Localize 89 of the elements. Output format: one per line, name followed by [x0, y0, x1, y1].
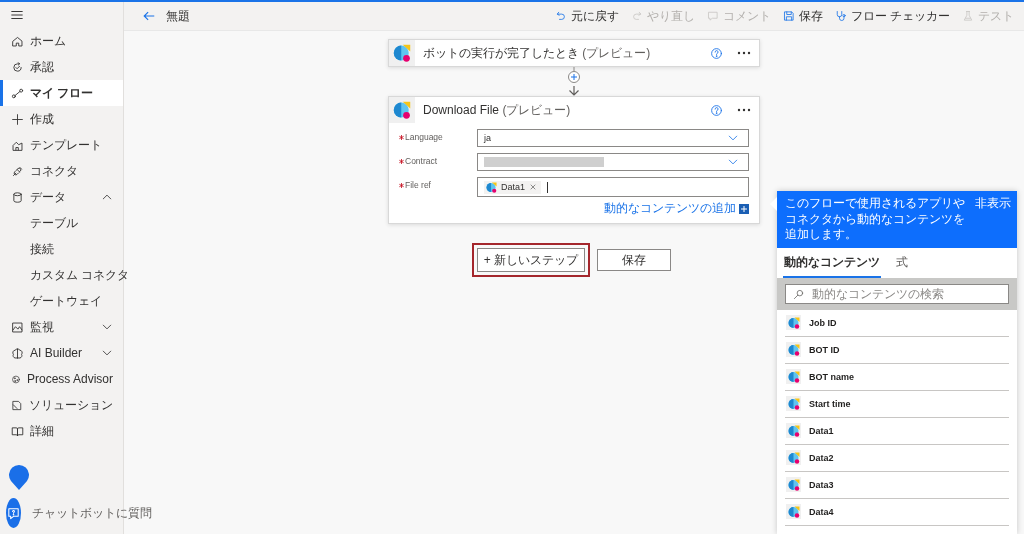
flow-title: 無題 [166, 7, 191, 25]
content-item[interactable]: BOT name [785, 363, 1009, 391]
save-button[interactable]: 保存 [597, 249, 672, 271]
token-label: Data1 [501, 182, 526, 192]
nav-item[interactable]: テーブル [0, 210, 123, 236]
pin-icon [8, 464, 30, 490]
dropdown-field[interactable] [477, 153, 749, 171]
step-title: ボットの実行が完了したとき (プレビュー) [423, 44, 652, 62]
panel-tab[interactable]: 式 [895, 251, 909, 278]
menu-icon [10, 8, 24, 22]
home-icon [11, 34, 24, 48]
save-icon [782, 10, 795, 22]
bot-logo-icon [393, 44, 411, 62]
nav-item[interactable]: ホーム [0, 28, 123, 54]
book-icon [11, 424, 24, 438]
content-item[interactable]: Data3 [785, 471, 1009, 499]
bot-logo-icon [787, 505, 800, 518]
field-label: File ref [399, 177, 477, 190]
process-icon [11, 372, 21, 386]
stethoscope-icon [834, 10, 847, 22]
bot-logo-icon [393, 101, 411, 119]
brain-icon [11, 346, 24, 360]
undo-icon [554, 10, 567, 22]
add-dynamic-link[interactable]: 動的なコンテンツの追加 [604, 200, 736, 217]
panel-message: このフローで使用されるアプリやコネクタから動的なコンテンツを追加します。 [785, 196, 966, 243]
bot-logo-icon [787, 316, 800, 329]
help-chat-icon [6, 505, 21, 521]
help-icon [710, 103, 723, 117]
toolbar-button[interactable]: 保存 [782, 5, 823, 27]
step-title: Download File (プレビュー) [423, 101, 572, 119]
nav-item[interactable]: 接続 [0, 236, 123, 262]
plus-icon [11, 112, 24, 126]
nav-item[interactable]: ソリューション [0, 392, 123, 418]
search-field[interactable]: 動的なコンテンツの検索 [785, 283, 1009, 304]
nav-item[interactable]: データ [0, 184, 123, 210]
content-token[interactable]: Data1 [484, 180, 542, 194]
nav-item[interactable]: テンプレート [0, 132, 123, 158]
nav-item[interactable]: 作成 [0, 106, 123, 132]
comment-icon [706, 10, 719, 22]
nav-item[interactable]: ゲートウェイ [0, 288, 123, 314]
field-label: Contract [399, 153, 477, 166]
chart-icon [11, 320, 24, 334]
new-step-button[interactable]: + 新しいステップ [476, 248, 586, 272]
content-item[interactable]: Data2 [785, 444, 1009, 472]
step-card[interactable]: Download File (プレビュー) Language ja Contract File ref Data1 動的なコンテンツの追加 [388, 96, 760, 224]
flow-icon [11, 86, 24, 100]
connector-line [573, 67, 575, 71]
content-item[interactable]: Data1 [785, 417, 1009, 445]
bot-logo-icon [787, 370, 800, 383]
nav-item[interactable]: 承認 [0, 54, 123, 80]
bot-logo-icon [787, 397, 800, 410]
content-item[interactable]: BOT ID [785, 336, 1009, 364]
hide-button[interactable]: 非表示 [975, 196, 1011, 212]
document-icon [11, 398, 23, 412]
add-step-button[interactable] [568, 71, 580, 86]
nav-item[interactable]: 監視 [0, 314, 123, 340]
database-icon [11, 190, 24, 204]
content-item[interactable]: Job ID [785, 309, 1009, 337]
nav-item[interactable]: 詳細 [0, 418, 123, 444]
back-arrow-icon[interactable] [142, 9, 156, 23]
bot-logo-icon [787, 478, 800, 491]
bot-logo-icon [787, 451, 800, 464]
toolbar-button[interactable]: フロー チェッカー [834, 5, 950, 27]
nav-item[interactable]: Process Advisor [0, 366, 123, 392]
chatbot-label: チャットボットに質問 [32, 504, 152, 522]
content-item[interactable]: Data4 [785, 498, 1009, 526]
close-icon [529, 183, 538, 191]
content-item[interactable]: Start time [785, 390, 1009, 418]
flask-icon [962, 10, 974, 22]
more-icon[interactable] [737, 51, 751, 55]
nav-item[interactable]: AI Builder [0, 340, 123, 366]
field-label: Language [399, 129, 477, 142]
nav-item[interactable]: マイ フロー [0, 80, 123, 106]
help-icon [710, 46, 723, 60]
dropdown-field[interactable]: ja [477, 129, 749, 147]
bot-logo-icon [787, 424, 800, 437]
nav-item[interactable]: コネクタ [0, 158, 123, 184]
toolbar-button[interactable]: 元に戻す [554, 5, 619, 27]
chat-button[interactable] [6, 498, 21, 528]
connector-arrow [568, 86, 580, 96]
redo-icon [630, 10, 643, 22]
step-card[interactable]: ボットの実行が完了したとき (プレビュー) [388, 39, 760, 67]
bot-logo-icon [486, 181, 497, 193]
plug-icon [11, 164, 24, 178]
add-icon[interactable] [739, 203, 749, 214]
more-icon[interactable] [737, 108, 751, 112]
refresh-icon [11, 60, 24, 74]
bot-logo-icon [787, 343, 800, 356]
input-field[interactable]: Data1 [477, 177, 749, 197]
